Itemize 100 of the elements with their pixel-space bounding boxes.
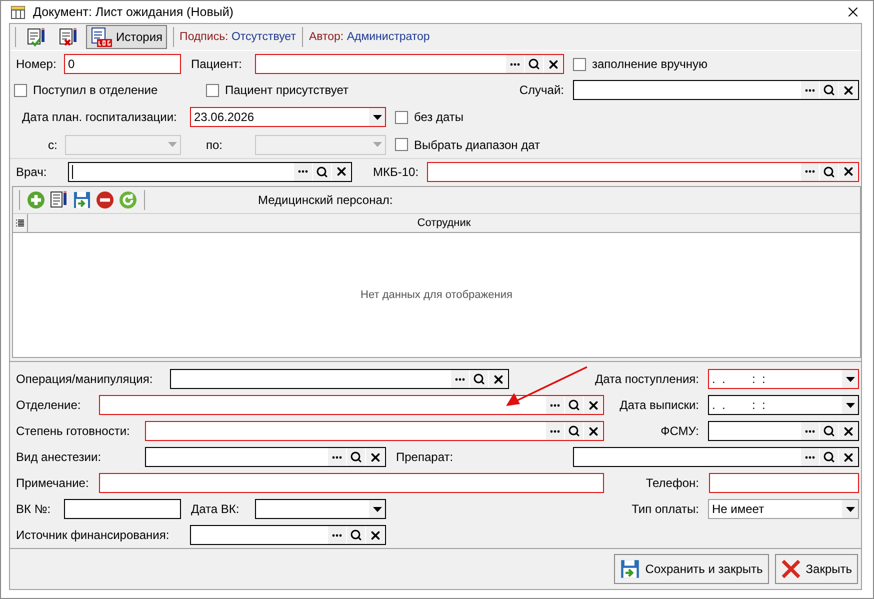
clear-button[interactable] [584,396,602,414]
field-label: Телефон: [644,476,699,490]
document-check-icon [26,27,46,47]
browse-button[interactable] [328,526,346,544]
browse-button[interactable] [294,162,312,180]
clear-button[interactable] [489,370,507,388]
search-button[interactable] [525,55,543,73]
field-label: Тип оплаты: [630,502,699,516]
close-icon [780,559,801,579]
search-button[interactable] [820,81,838,99]
input-field[interactable] [145,447,386,467]
clear-button[interactable] [839,162,857,180]
caret-icon [846,402,854,408]
dropdown-button[interactable] [842,396,858,414]
input-field[interactable] [145,421,604,441]
checkbox[interactable]: без даты [395,110,464,124]
input-field[interactable] [427,162,859,182]
field-label: Отделение: [16,398,82,412]
input-field[interactable]: 0 [64,54,181,74]
clear-button[interactable] [544,55,562,73]
dropdown-button[interactable] [369,108,385,126]
input-field[interactable] [99,395,604,415]
input-field[interactable] [99,473,604,493]
browse-button[interactable] [801,448,819,466]
input-field[interactable]: . . : : [708,395,859,415]
clear-button[interactable] [366,526,384,544]
input-field[interactable] [64,499,181,519]
clear-button[interactable] [839,81,857,99]
input-field[interactable] [255,499,386,519]
close-icon [492,372,504,386]
ellipsis-icon [550,430,560,432]
checkbox[interactable]: заполнение вручную [573,57,708,71]
ellipsis-icon [332,534,342,536]
ellipsis-icon [805,88,815,92]
field-value: 23.06.2026 [193,110,256,124]
field-label: Операция/манипуляция: [16,372,154,386]
search-button[interactable] [565,396,583,414]
input-field[interactable] [190,525,386,545]
checkbox[interactable]: Выбрать диапазон дат [395,138,540,152]
checkbox[interactable]: Поступил в отделение [14,83,158,97]
field-label: Врач: [16,164,48,178]
dropdown-button[interactable] [369,500,385,518]
input-field[interactable] [708,421,859,441]
search-button[interactable] [470,370,488,388]
close-button[interactable]: Закрыть [774,554,858,584]
field-label: с: [48,138,58,152]
clear-button[interactable] [584,422,602,440]
browse-button[interactable] [328,448,346,466]
search-button[interactable] [820,162,838,180]
field-label: Источник финансирования: [16,528,170,542]
input-field[interactable]: . . : : [708,369,859,389]
browse-button[interactable] [451,370,469,388]
browse-button[interactable] [546,396,564,414]
search-button[interactable] [820,422,838,440]
search-icon [823,84,835,96]
history-button[interactable]: История [86,25,167,49]
clear-button[interactable] [839,422,857,440]
add-icon [27,191,45,209]
browse-button[interactable] [801,81,819,99]
input-field[interactable] [709,473,859,493]
field-label: Случай: [518,83,564,97]
ellipsis-icon [805,170,815,173]
save-close-button[interactable]: Сохранить и закрыть [614,554,769,584]
field-label: Дата поступления: [594,372,699,386]
search-button[interactable] [347,526,365,544]
author-info: Автор: Администратор [308,31,430,43]
column-chooser-icon[interactable] [16,218,24,228]
input-field[interactable]: 23.06.2026 [190,107,386,127]
ellipsis-icon [805,456,815,458]
search-icon [568,425,580,437]
input-field[interactable] [170,369,509,389]
search-icon [528,58,540,70]
close-icon [586,398,600,412]
log-document-icon [90,27,112,47]
input-field[interactable] [573,447,859,467]
browse-button[interactable] [801,162,819,180]
field-label: МКБ-10: [373,164,420,178]
clear-button[interactable] [332,162,350,180]
input-field[interactable]: Не имеет [708,499,859,519]
clear-button[interactable] [839,448,857,466]
search-icon [568,399,580,411]
search-button[interactable] [347,448,365,466]
caret-icon [372,114,382,120]
dropdown-button[interactable] [842,370,858,388]
clear-button[interactable] [366,448,384,466]
input-field[interactable] [573,80,859,100]
browse-button[interactable] [546,422,564,440]
field-value: . . : : [711,398,766,412]
browse-button[interactable] [801,422,819,440]
close-icon [842,165,854,178]
browse-button[interactable] [506,55,524,73]
search-button[interactable] [313,162,331,180]
input-field[interactable] [68,162,352,182]
save-icon [73,191,91,209]
search-button[interactable] [820,448,838,466]
checkbox[interactable]: Пациент присутствует [206,83,348,97]
input-field[interactable] [255,54,564,74]
dropdown-button[interactable] [842,500,858,518]
document-pencil-icon [50,190,68,210]
search-button[interactable] [565,422,583,440]
